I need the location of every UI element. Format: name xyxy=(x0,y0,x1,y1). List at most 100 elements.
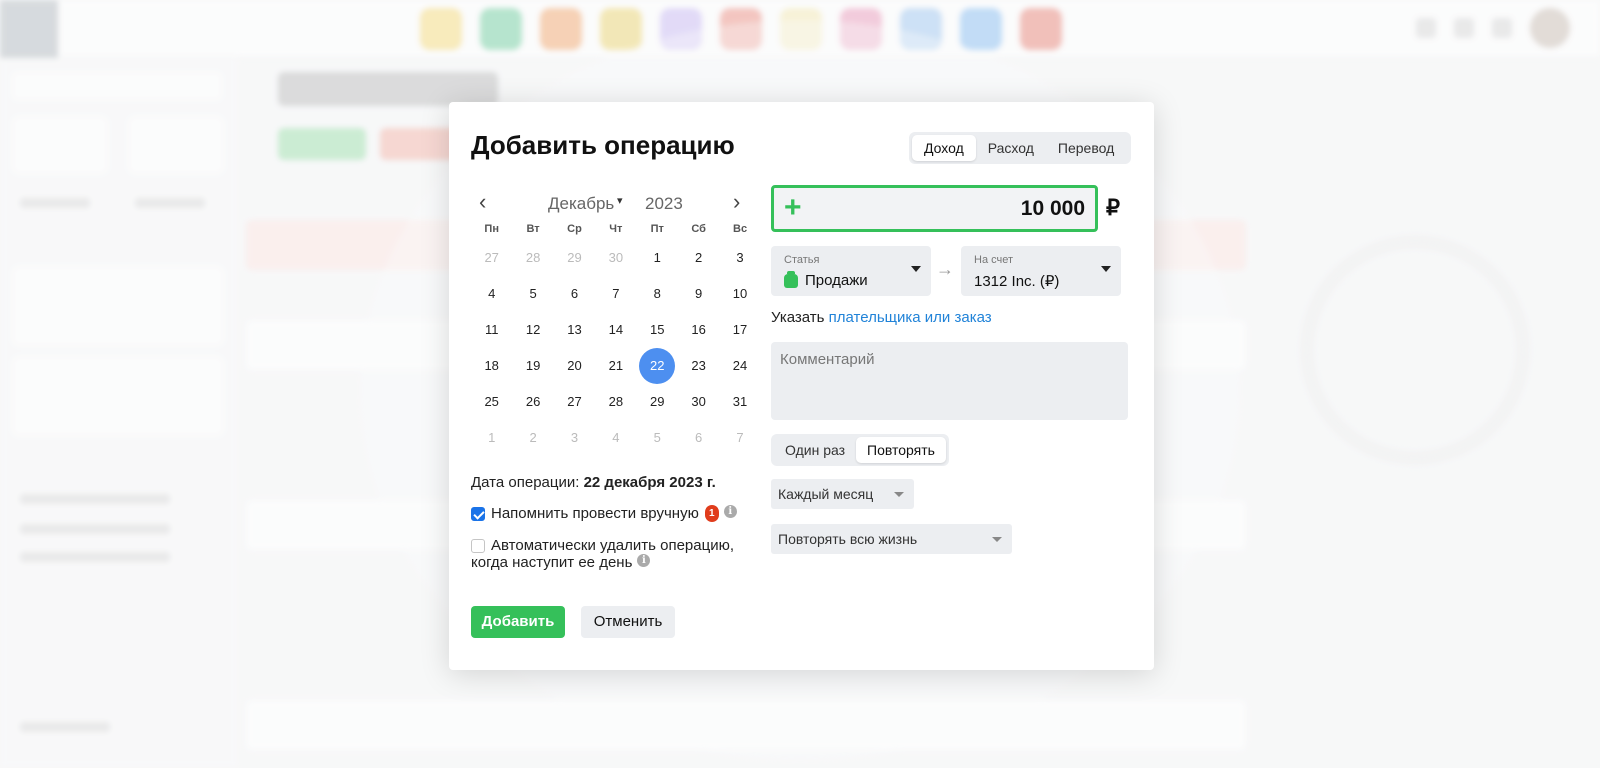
calendar-day[interactable]: 6 xyxy=(554,276,595,312)
plus-icon: + xyxy=(784,191,802,224)
frequency-value: Каждый месяц xyxy=(778,486,874,502)
operation-date-label: Дата операции: xyxy=(471,474,580,491)
calendar-day[interactable]: 7 xyxy=(719,420,760,456)
calendar-day[interactable]: 2 xyxy=(512,420,553,456)
calendar-day-number: 15 xyxy=(650,322,665,337)
calendar-day[interactable]: 19 xyxy=(512,348,553,384)
calendar-day[interactable]: 7 xyxy=(595,276,636,312)
calendar-day[interactable]: 6 xyxy=(678,420,719,456)
tab-transfer[interactable]: Перевод xyxy=(1046,135,1126,161)
duration-select[interactable]: Повторять всю жизнь xyxy=(771,524,1012,554)
tab-repeat[interactable]: Повторять xyxy=(856,437,946,463)
calendar-day-number: 28 xyxy=(608,394,624,409)
frequency-select[interactable]: Каждый месяц xyxy=(771,479,914,509)
dialog-title: Добавить операцию xyxy=(471,130,735,160)
calendar-day[interactable]: 29 xyxy=(637,384,678,420)
calendar-day[interactable]: 1 xyxy=(637,240,678,276)
calendar-day[interactable]: 5 xyxy=(512,276,553,312)
operation-date: Дата операции: 22 декабря 2023 г. xyxy=(471,474,716,491)
calendar-day-number: 14 xyxy=(608,322,624,337)
auto-delete-label[interactable]: Автоматически удалить операцию, xyxy=(491,537,734,554)
calendar-day[interactable]: 8 xyxy=(637,276,678,312)
amount-value[interactable]: 10 000 xyxy=(1021,197,1085,221)
calendar-day-number: 24 xyxy=(732,358,748,373)
calendar-day[interactable]: 3 xyxy=(554,420,595,456)
calendar-day[interactable]: 24 xyxy=(719,348,760,384)
calendar-day[interactable]: 14 xyxy=(595,312,636,348)
operation-type-tabs: Доход Расход Перевод xyxy=(909,132,1131,164)
calendar-day[interactable]: 3 xyxy=(719,240,760,276)
auto-delete-label-2[interactable]: когда наступит ее день xyxy=(471,554,632,571)
calendar-day-number: 27 xyxy=(484,250,499,265)
remind-label[interactable]: Напомнить провести вручную xyxy=(491,505,699,522)
calendar-day[interactable]: 29 xyxy=(554,240,595,276)
calendar-header: ‹ Декабрь ▾ 2023 › xyxy=(471,191,751,216)
calendar-day-number: 2 xyxy=(529,430,537,445)
calendar-day-selected[interactable]: 22 xyxy=(637,348,678,384)
calendar-year[interactable]: 2023 xyxy=(645,194,683,214)
article-select[interactable]: Статья Продажи xyxy=(771,246,931,296)
duration-value: Повторять всю жизнь xyxy=(778,531,918,547)
amount-field[interactable]: + 10 000 xyxy=(771,185,1098,232)
calendar-day[interactable]: 18 xyxy=(471,348,512,384)
info-icon[interactable]: i xyxy=(723,505,737,518)
calendar-day[interactable]: 15 xyxy=(637,312,678,348)
calendar-day[interactable]: 17 xyxy=(719,312,760,348)
cancel-button[interactable]: Отменить xyxy=(581,606,675,638)
calendar-day-number: 21 xyxy=(608,358,624,373)
tab-income[interactable]: Доход xyxy=(912,135,976,161)
add-operation-dialog: Добавить операцию Доход Расход Перевод ‹… xyxy=(449,102,1154,670)
calendar-day-number: 29 xyxy=(567,250,582,265)
calendar-day-number: 6 xyxy=(570,286,579,301)
calendar-day-number: 31 xyxy=(732,394,748,409)
chevron-down-icon[interactable]: ▾ xyxy=(617,194,623,207)
auto-delete-row-2: когда наступит ее день i xyxy=(471,554,651,571)
calendar-day[interactable]: 25 xyxy=(471,384,512,420)
calendar-day[interactable]: 30 xyxy=(595,240,636,276)
calendar-day[interactable]: 21 xyxy=(595,348,636,384)
calendar-day-number: 4 xyxy=(612,430,620,445)
android-icon xyxy=(784,270,798,288)
calendar-day[interactable]: 9 xyxy=(678,276,719,312)
calendar-day[interactable]: 20 xyxy=(554,348,595,384)
calendar-day[interactable]: 26 xyxy=(512,384,553,420)
operation-date-value: 22 декабря 2023 г. xyxy=(583,474,716,491)
calendar-day-number: 5 xyxy=(529,286,537,301)
calendar-day-number: 30 xyxy=(691,394,706,409)
calendar-day[interactable]: 27 xyxy=(554,384,595,420)
calendar-day[interactable]: 13 xyxy=(554,312,595,348)
tab-expense[interactable]: Расход xyxy=(976,135,1046,161)
calendar-day-number: 3 xyxy=(736,250,744,265)
auto-delete-row: Автоматически удалить операцию, xyxy=(471,537,734,554)
calendar-day[interactable]: 28 xyxy=(512,240,553,276)
calendar-day[interactable]: 23 xyxy=(678,348,719,384)
calendar-day[interactable]: 28 xyxy=(595,384,636,420)
payer-link[interactable]: плательщика или заказ xyxy=(829,309,992,326)
calendar-day[interactable]: 27 xyxy=(471,240,512,276)
calendar-day[interactable]: 11 xyxy=(471,312,512,348)
calendar-day-number: 1 xyxy=(488,430,496,445)
comment-field[interactable] xyxy=(771,342,1128,420)
calendar-day[interactable]: 31 xyxy=(719,384,760,420)
calendar-day[interactable]: 12 xyxy=(512,312,553,348)
remind-checkbox[interactable] xyxy=(471,507,485,521)
calendar-day[interactable]: 10 xyxy=(719,276,760,312)
auto-delete-checkbox[interactable] xyxy=(471,539,485,553)
weekday-label: Чт xyxy=(609,223,623,235)
calendar-day[interactable]: 5 xyxy=(637,420,678,456)
calendar-day[interactable]: 2 xyxy=(678,240,719,276)
calendar-day-number: 25 xyxy=(484,394,499,409)
next-month-icon[interactable]: › xyxy=(733,191,740,213)
info-icon[interactable]: i xyxy=(637,554,651,567)
calendar-day[interactable]: 16 xyxy=(678,312,719,348)
tab-once[interactable]: Один раз xyxy=(774,437,856,463)
calendar-day[interactable]: 4 xyxy=(595,420,636,456)
calendar-day[interactable]: 30 xyxy=(678,384,719,420)
calendar-day[interactable]: 4 xyxy=(471,276,512,312)
calendar-day[interactable]: 1 xyxy=(471,420,512,456)
weekday-label: Пт xyxy=(650,223,664,235)
prev-month-icon[interactable]: ‹ xyxy=(479,191,486,213)
calendar-month[interactable]: Декабрь xyxy=(548,194,614,214)
account-select[interactable]: На счет 1312 Inc. (₽) xyxy=(961,246,1121,296)
add-button[interactable]: Добавить xyxy=(471,606,565,638)
